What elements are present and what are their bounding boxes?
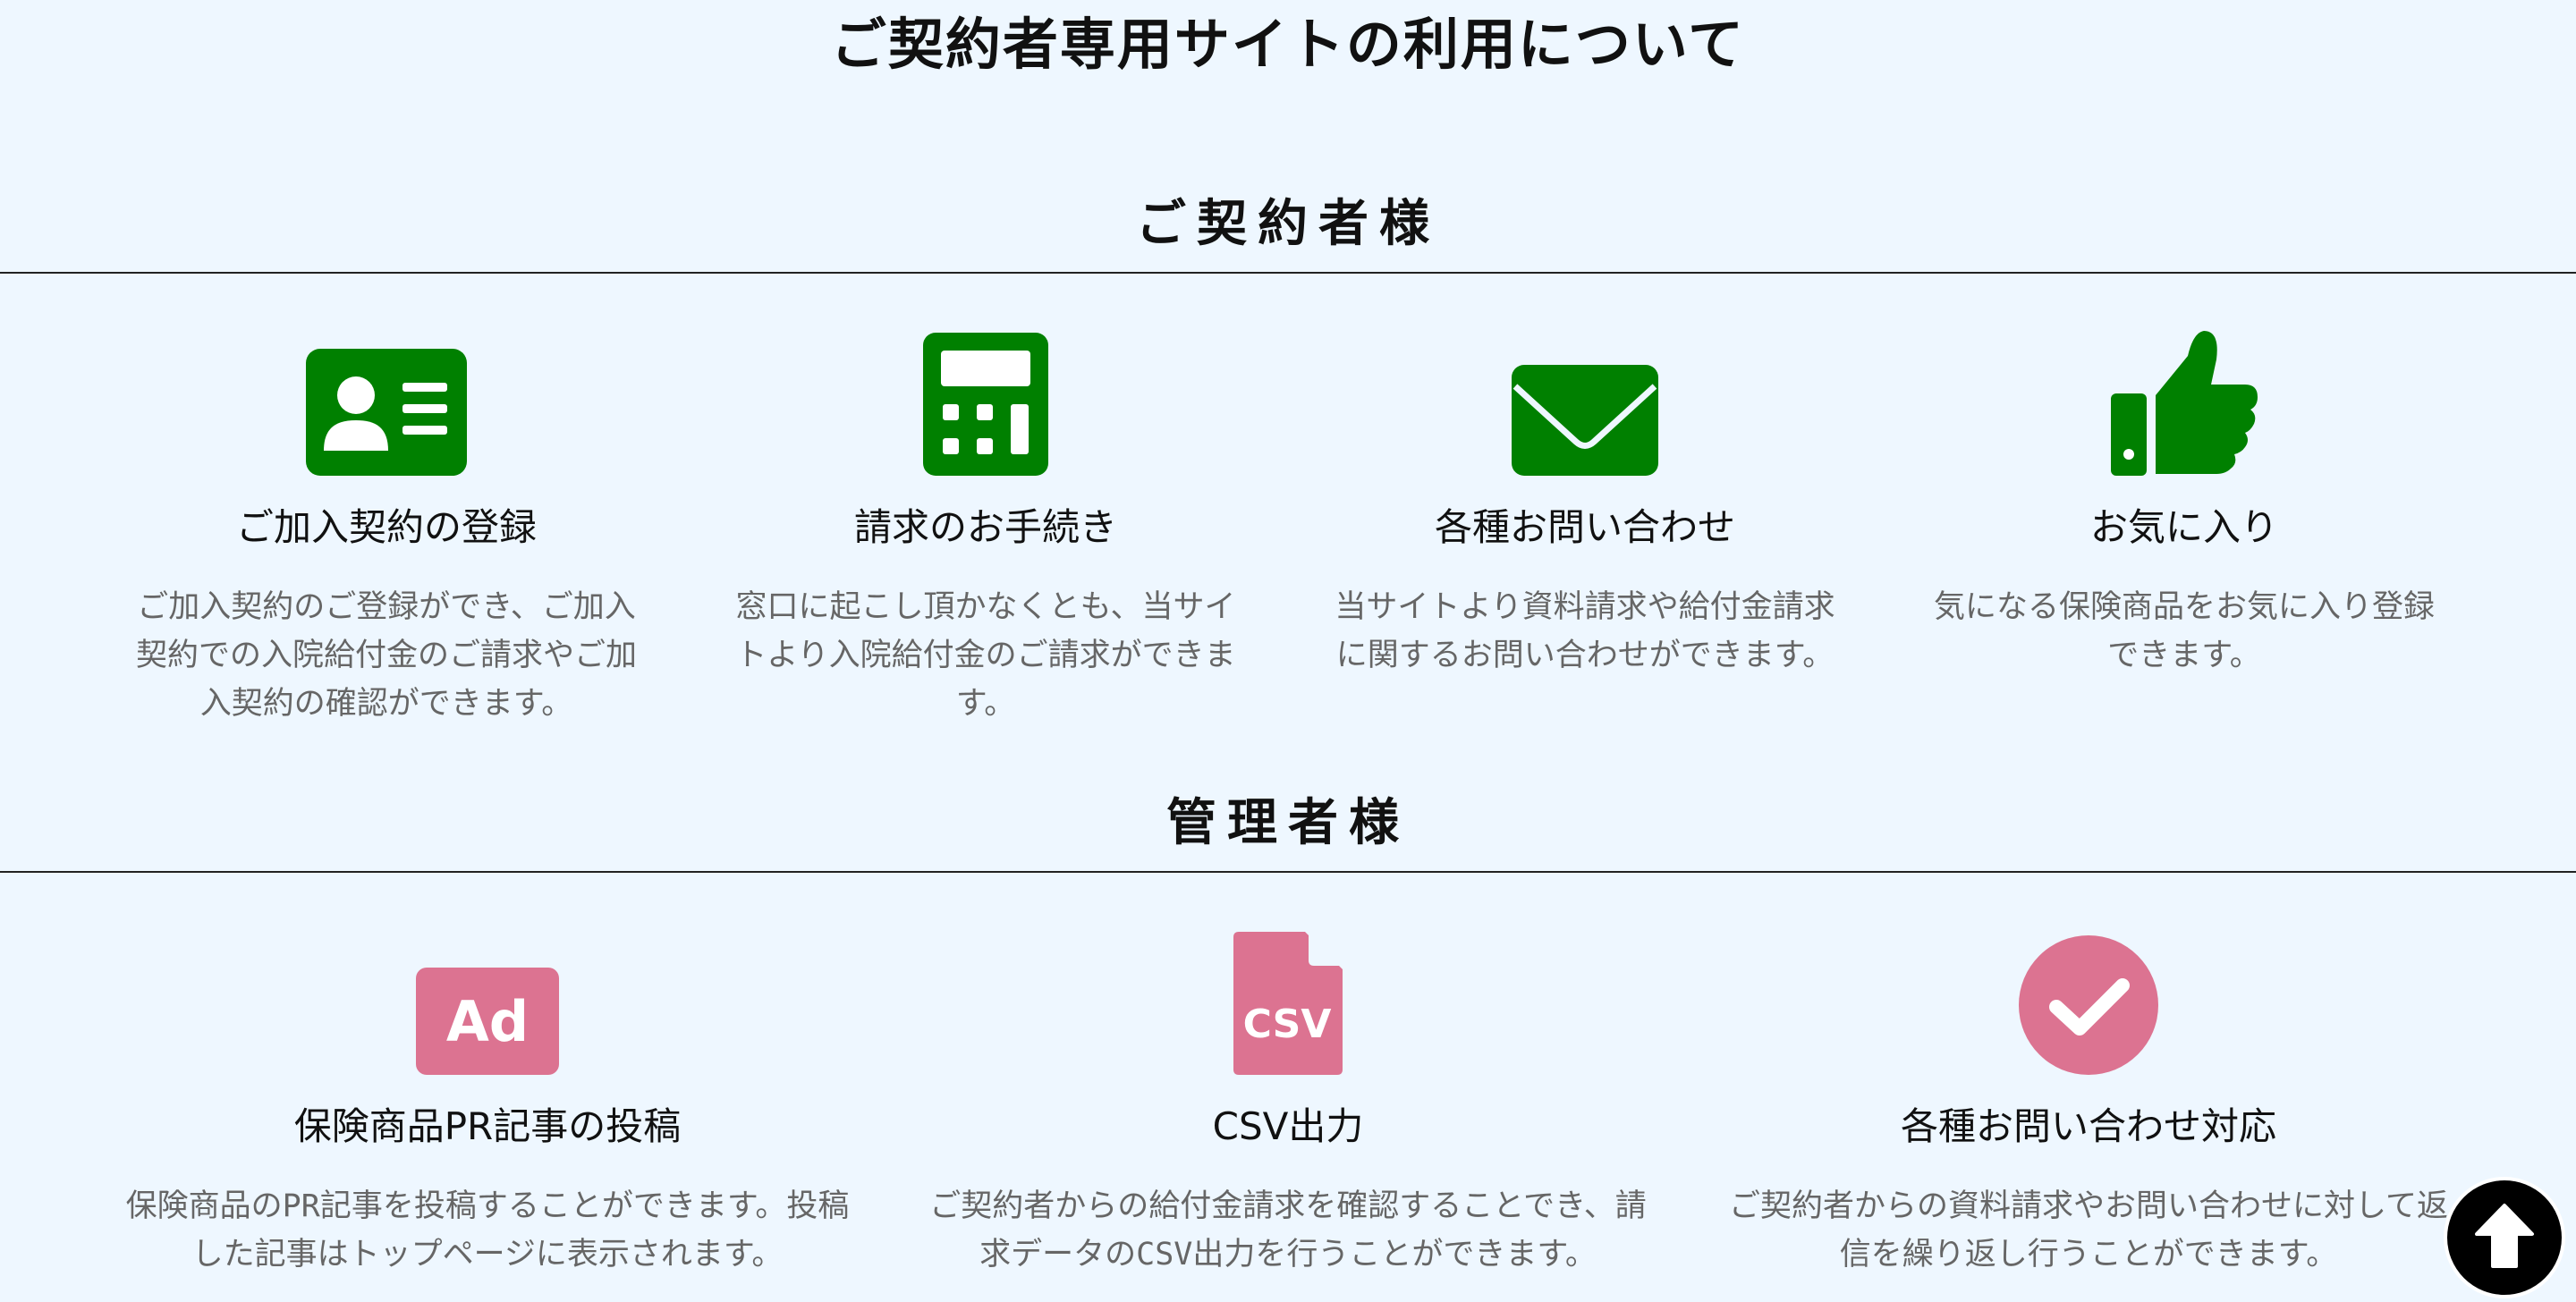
feature-card-csv-export: CSV CSV出力 ご契約者からの給付金請求を確認することでき、請求データのCS…: [926, 921, 1650, 1279]
feature-description: 保険商品のPR記事を投稿することができます。投稿した記事はトップページに表示され…: [125, 1188, 850, 1272]
feature-card-inquiry-response: 各種お問い合わせ対応 ご契約者からの資料請求やお問い合わせに対して返信を繰り返し…: [1726, 921, 2451, 1279]
feature-title: お気に入り: [2089, 505, 2278, 549]
feature-card-claim-procedure: 請求のお手続き 窓口に起こし頂かなくとも、当サイトより入院給付金のご請求ができま…: [726, 322, 1245, 728]
thumbs-up-icon: [1925, 322, 2444, 476]
feature-card-favorites: お気に入り 気になる保険商品をお気に入り登録できます。: [1925, 322, 2444, 680]
csv-icon-text: CSV: [1243, 1002, 1332, 1047]
section-divider: [0, 272, 2576, 274]
arrow-up-icon: [2473, 1202, 2536, 1273]
ad-icon: Ad: [125, 921, 850, 1075]
section-heading-admin: 管理者様: [1166, 794, 1410, 852]
feature-title: CSV出力: [1212, 1104, 1364, 1148]
feature-description: ご契約者からの給付金請求を確認することでき、請求データのCSV出力を行うことがで…: [929, 1188, 1647, 1272]
feature-title: 各種お問い合わせ: [1434, 505, 1735, 549]
csv-file-icon: CSV: [926, 921, 1650, 1075]
calculator-icon: [726, 322, 1245, 476]
feature-title: 各種お問い合わせ対応: [1900, 1104, 2276, 1148]
scroll-to-top-button[interactable]: [2444, 1177, 2565, 1298]
feature-card-contract-registration: ご加入契約の登録 ご加入契約のご登録ができ、ご加入契約での入院給付金のご請求やご…: [127, 322, 646, 728]
feature-description: ご加入契約のご登録ができ、ご加入契約での入院給付金のご請求やご加入契約の確認がで…: [135, 589, 637, 722]
envelope-icon: [1326, 322, 1844, 476]
feature-card-pr-article-posting: Ad 保険商品PR記事の投稿 保険商品のPR記事を投稿することができます。投稿し…: [125, 921, 850, 1279]
feature-title: 請求のお手続き: [853, 505, 1117, 549]
section-divider: [0, 871, 2576, 873]
feature-title: ご加入契約の登録: [235, 505, 537, 549]
feature-description: 窓口に起こし頂かなくとも、当サイトより入院給付金のご請求ができます。: [735, 589, 1236, 722]
ad-icon-text: Ad: [446, 989, 529, 1054]
feature-card-inquiries: 各種お問い合わせ 当サイトより資料請求や給付金請求に関するお問い合わせができます…: [1326, 322, 1844, 680]
feature-description: 気になる保険商品をお気に入り登録できます。: [1933, 589, 2435, 673]
id-card-icon: [127, 322, 646, 476]
page-title: ご契約者専用サイトの利用について: [830, 12, 1746, 77]
check-circle-icon: [1726, 921, 2451, 1075]
feature-description: 当サイトより資料請求や給付金請求に関するお問い合わせができます。: [1335, 589, 1835, 673]
feature-description: ご契約者からの資料請求やお問い合わせに対して返信を繰り返し行うことができます。: [1729, 1188, 2448, 1272]
feature-title: 保険商品PR記事の投稿: [293, 1104, 682, 1148]
section-heading-contractor: ご契約者様: [1136, 195, 1440, 253]
